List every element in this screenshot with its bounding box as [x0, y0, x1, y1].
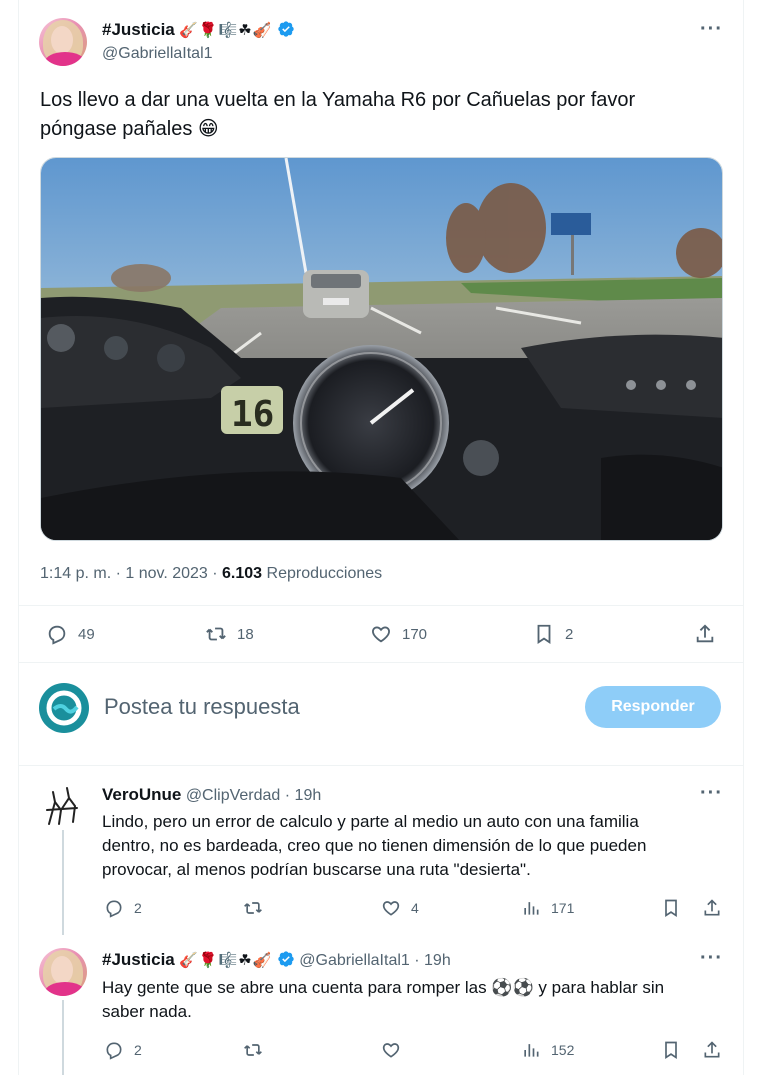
author-name[interactable]: #Justicia — [102, 20, 175, 39]
speedometer-readout: 16 — [231, 394, 274, 435]
reply-text-line: Hay gente que se abre una cuenta para ro… — [102, 978, 665, 997]
reply-author-handle[interactable]: @GabriellaItal1 — [299, 952, 410, 969]
reply-count: 49 — [78, 625, 95, 643]
reply-time[interactable]: · 19h — [280, 787, 321, 804]
reply-author-name[interactable]: VeroUnue — [102, 785, 181, 804]
reply-button[interactable]: 2 — [104, 898, 142, 918]
reply-text-line: Lindo, pero un error de calculo y parte … — [102, 812, 639, 831]
retweet-button[interactable] — [243, 898, 273, 918]
reply-button[interactable]: 49 — [46, 623, 95, 645]
heart-icon — [382, 901, 400, 916]
responder-button[interactable]: Responder — [585, 686, 721, 728]
share-button[interactable] — [702, 1040, 722, 1060]
video-frame-illustration: 16 — [41, 158, 722, 540]
like-button[interactable] — [381, 1040, 411, 1060]
avatar[interactable] — [39, 948, 87, 996]
verified-badge-icon — [278, 951, 294, 967]
divider — [18, 765, 744, 766]
retweet-icon — [244, 1044, 262, 1056]
reply-icon — [48, 625, 66, 645]
reply-author-name[interactable]: #Justicia — [102, 950, 175, 969]
reply-text-line: provocar, al menos podrían buscarse una … — [102, 860, 531, 879]
retweet-icon — [244, 902, 262, 914]
retweet-button[interactable]: 18 — [205, 623, 254, 645]
share-icon — [704, 1041, 720, 1058]
share-icon — [696, 624, 714, 643]
like-button[interactable]: 170 — [370, 623, 427, 645]
share-button[interactable] — [694, 623, 716, 645]
bookmark-count: 2 — [565, 625, 574, 643]
timestamp[interactable]: 1:14 p. m. · 1 nov. 2023 · — [40, 565, 222, 582]
reply-icon — [106, 900, 122, 918]
author-handle[interactable]: @GabriellaItal1 — [102, 45, 213, 63]
author-emojis: 🎸🌹🎼☘🎻 — [179, 952, 273, 969]
own-avatar[interactable] — [39, 683, 89, 733]
reply-button[interactable]: 2 — [104, 1040, 142, 1060]
bookmark-button[interactable] — [661, 898, 681, 918]
views-count: 171 — [551, 900, 575, 916]
bookmark-icon — [665, 899, 677, 918]
tweet-text-line: póngase pañales 😁 — [40, 118, 219, 140]
author-emojis: 🎸🌹🎼☘🎻 — [179, 22, 273, 39]
analytics-icon — [524, 902, 539, 915]
share-icon — [704, 899, 720, 916]
retweet-icon — [206, 627, 226, 641]
bookmark-icon — [665, 1041, 677, 1060]
like-count: 4 — [411, 900, 419, 916]
views-count: 6.103 — [222, 565, 263, 582]
own-avatar-logo-icon — [46, 690, 82, 726]
analytics-icon — [524, 1044, 539, 1057]
tweet-video[interactable]: 16 — [40, 157, 723, 541]
heart-icon — [372, 626, 390, 643]
avatar[interactable] — [39, 18, 87, 66]
verified-badge-icon — [278, 21, 294, 37]
heart-icon — [382, 1043, 400, 1058]
views-label: Reproducciones — [262, 565, 383, 582]
share-button[interactable] — [702, 898, 722, 918]
reply-header: VeroUnue @ClipVerdad · 19h — [102, 785, 321, 805]
reply-input[interactable]: Postea tu respuesta — [104, 694, 300, 720]
retweet-button[interactable] — [243, 1040, 273, 1060]
bookmark-button[interactable]: 2 — [533, 623, 573, 645]
reply-count: 2 — [134, 900, 142, 916]
tweet-text-line: Los llevo a dar una vuelta en la Yamaha … — [40, 89, 636, 111]
reply-count: 2 — [134, 1042, 142, 1058]
reply-icon — [106, 1042, 122, 1060]
reply-text-line: saber nada. — [102, 1002, 192, 1021]
more-options-icon[interactable]: ··· — [700, 947, 723, 970]
like-button[interactable]: 4 — [381, 898, 419, 918]
thread-line — [62, 1000, 64, 1075]
more-options-icon[interactable]: ··· — [700, 782, 723, 805]
reply-time[interactable]: · 19h — [410, 952, 450, 969]
bookmark-icon — [537, 624, 551, 644]
divider — [18, 605, 744, 606]
reply-text: Lindo, pero un error de calculo y parte … — [102, 810, 722, 882]
reply-text: Hay gente que se abre una cuenta para ro… — [102, 976, 722, 1024]
views-count: 152 — [551, 1042, 575, 1058]
divider — [18, 662, 744, 663]
reply-text-line: dentro, no es bardeada, creo que no tien… — [102, 836, 647, 855]
bookmark-button[interactable] — [661, 1040, 681, 1060]
tweet-meta: 1:14 p. m. · 1 nov. 2023 · 6.103 Reprodu… — [40, 565, 382, 583]
thread-line — [62, 830, 64, 935]
reply-header: #Justicia 🎸🌹🎼☘🎻 @GabriellaItal1 · 19h — [102, 950, 451, 970]
retweet-count: 18 — [237, 625, 254, 643]
views-button[interactable]: 171 — [521, 898, 574, 918]
avatar[interactable] — [39, 780, 87, 828]
more-options-icon[interactable]: ··· — [700, 18, 723, 41]
sketch-avatar-icon — [46, 787, 78, 825]
views-button[interactable]: 152 — [521, 1040, 574, 1060]
reply-author-handle[interactable]: @ClipVerdad — [186, 787, 281, 804]
author-name-row[interactable]: #Justicia 🎸🌹🎼☘🎻 — [102, 20, 295, 40]
tweet-text: Los llevo a dar una vuelta en la Yamaha … — [40, 86, 720, 144]
like-count: 170 — [402, 625, 428, 643]
